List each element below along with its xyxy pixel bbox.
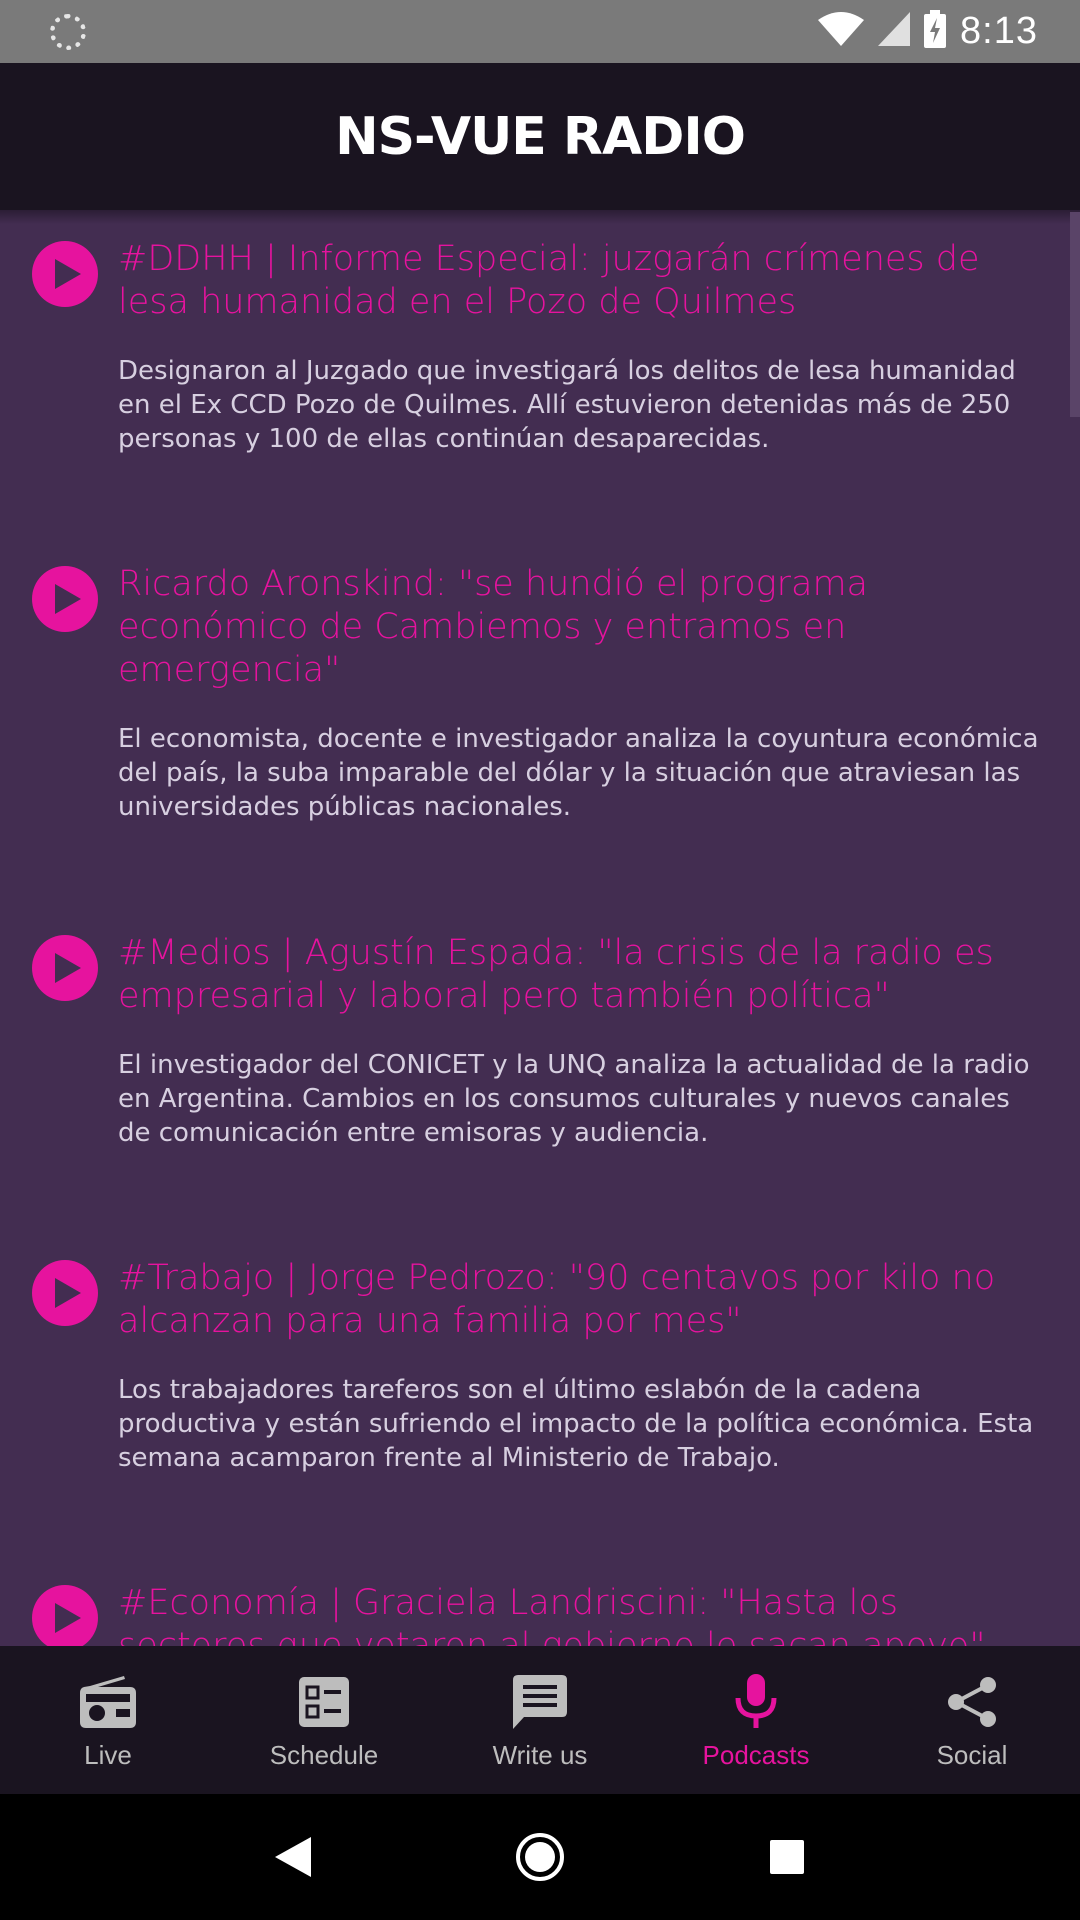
nav-item-social[interactable]: Social [864,1646,1080,1794]
play-icon [55,953,81,983]
nav-label: Schedule [269,1740,379,1770]
play-icon [55,259,81,289]
play-icon [55,1278,81,1308]
back-icon[interactable] [253,1817,333,1897]
scrollbar[interactable] [1070,212,1080,417]
podcast-title[interactable]: #Medios | Agustín Espada: "la crisis de … [118,932,1040,1018]
wifi-icon [818,12,865,51]
podcast-list[interactable]: #DDHH | Informe Especial: juzgarán críme… [0,210,1080,1646]
status-icons: 8:13 [818,0,1038,63]
nav-item-podcasts[interactable]: Podcasts [648,1646,864,1794]
play-icon [55,1603,81,1633]
status-time: 8:13 [960,10,1038,52]
app-bar: NS-VUE RADIO [0,63,1080,210]
play-button[interactable] [32,241,98,307]
app-title: NS-VUE RADIO [335,106,746,167]
play-button[interactable] [32,1260,98,1326]
battery-charging-icon [924,10,947,53]
nav-label: Podcasts [702,1740,810,1770]
radio-icon [78,1672,138,1732]
loading-icon [50,14,86,50]
play-button[interactable] [32,1585,98,1646]
bottom-nav: Live Schedule Write us Podcasts Social [0,1646,1080,1794]
recents-icon[interactable] [747,1817,827,1897]
microphone-icon [726,1672,786,1732]
message-icon [510,1672,570,1732]
home-icon[interactable] [500,1817,580,1897]
podcast-description: Designaron al Juzgado que investigará lo… [118,356,1016,454]
nav-label: Live [84,1740,132,1770]
schedule-icon [294,1672,354,1732]
nav-label: Write us [492,1740,588,1770]
podcast-description: El economista, docente e investigador an… [118,724,1039,822]
play-icon [55,584,81,614]
podcast-title[interactable]: #Trabajo | Jorge Pedrozo: "90 centavos p… [118,1257,1040,1343]
podcast-description: El investigador del CONICET y la UNQ ana… [118,1050,1030,1148]
nav-item-schedule[interactable]: Schedule [216,1646,432,1794]
podcast-title[interactable]: Ricardo Aronskind: "se hundió el program… [118,563,1040,692]
podcast-title[interactable]: #Economía | Graciela Landriscini: "Hasta… [118,1582,1040,1646]
nav-item-live[interactable]: Live [0,1646,216,1794]
podcast-title[interactable]: #DDHH | Informe Especial: juzgarán críme… [118,238,1040,324]
play-button[interactable] [32,566,98,632]
signal-icon [878,12,911,51]
share-icon [942,1672,1002,1732]
nav-label: Social [936,1740,1008,1770]
system-nav [0,1794,1080,1920]
podcast-description: Los trabajadores tareferos son el último… [118,1375,1034,1473]
nav-item-write-us[interactable]: Write us [432,1646,648,1794]
play-button[interactable] [32,935,98,1001]
status-bar: 8:13 [0,0,1080,63]
